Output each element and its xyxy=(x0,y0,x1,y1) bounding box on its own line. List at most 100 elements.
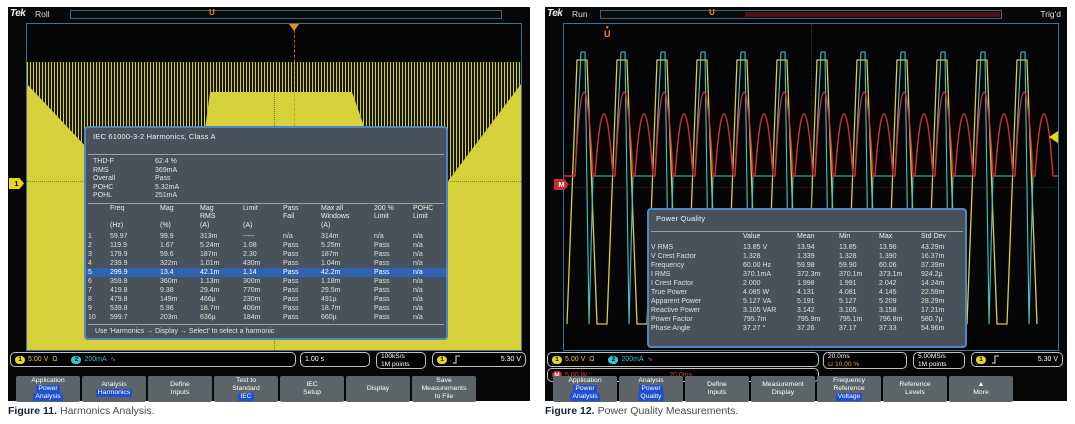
softkey-label: Levels xyxy=(905,389,925,396)
ch1-impedance: Ω xyxy=(589,356,595,363)
table-row: Frequency 60.00 Hz 59.98 59.90 60.06 37.39m xyxy=(651,262,945,270)
table-header-row: Value Mean Min Max Std Dev xyxy=(649,232,965,243)
softkey-button[interactable]: IEC Setup xyxy=(280,376,344,402)
graticule: IEC 61000-3-2 Harmonics, Class A THD-F 62… xyxy=(26,23,522,351)
softkey-label: Power xyxy=(639,385,663,393)
record-length: 1M points xyxy=(381,360,410,368)
softkey-label: Analysis xyxy=(101,381,127,388)
figure-caption: Figure 11. Harmonics Analysis. xyxy=(8,405,155,417)
softkey-label: Reference xyxy=(833,385,865,392)
horizontal-scale-box: 1.00 s xyxy=(300,352,370,367)
softkey-label: Reference xyxy=(899,381,931,388)
softkey-button[interactable]: Save Measurements to File xyxy=(412,376,476,402)
table-row[interactable]: 4 239.9 322m 1.01m 430m Pass 1.04m Pass n/a xyxy=(86,259,446,268)
table-row: V Crest Factor 1.328 1.339 1.328 1.390 16.37m xyxy=(651,253,945,261)
dialog-title: IEC 61000-3-2 Harmonics, Class A xyxy=(93,132,216,141)
softkey-label: Application xyxy=(31,377,65,384)
softkey-label: Setup xyxy=(303,389,321,396)
softkey-menu: Application Power Analysis Analysis Harmonic… xyxy=(16,376,530,402)
sample-rate-box: 100kS/s 1M points xyxy=(376,352,426,369)
trigger-level-arrow-icon[interactable] xyxy=(1043,131,1058,143)
channel-readout-box: 1 5.00 V Ω 2 200mA ∿ xyxy=(10,352,296,367)
softkey-button[interactable]: Frequency Reference Voltage xyxy=(817,376,881,402)
acquisition-bar: U xyxy=(600,9,1002,19)
trigger-u-icon: U xyxy=(604,29,611,39)
table-row[interactable]: 10 599.7 203m 636µ 184m Pass 660µ Pass n/a xyxy=(86,313,446,322)
summary-row: Overall Pass xyxy=(93,175,171,183)
scope-header: Tek Run Trig'd U xyxy=(545,7,1067,22)
softkey-button[interactable]: Define Inputs xyxy=(148,376,212,402)
table-row[interactable]: 1 59.97 99.9 313m ----- n/a 314m n/a n/a xyxy=(86,232,446,241)
trigger-source-badge-icon: 1 xyxy=(437,355,447,364)
softkey-button[interactable]: Analysis Harmonics xyxy=(82,376,146,402)
softkey-label: IEC xyxy=(238,393,254,401)
summary-row: POHL 251mA xyxy=(93,192,178,200)
column-header: Pass Fail xyxy=(283,204,299,221)
sample-rate: 5.00MS/s xyxy=(918,353,946,360)
horizontal-scale: 20.0ms xyxy=(828,353,850,360)
ch1-ground-marker[interactable]: 1 xyxy=(9,178,24,189)
sample-rate-box: 5.00MS/s 1M points xyxy=(913,352,965,369)
softkey-button[interactable]: Measurement Display xyxy=(751,376,815,402)
ch1-scale: 5.00 V xyxy=(565,356,586,363)
trigger-readout-box: 1 5.30 V xyxy=(432,352,526,367)
column-header: Max all Windows (A) xyxy=(321,204,350,229)
table-row[interactable]: 5 299.9 13.4 42.1m 1.14 Pass 42.2m Pass n/a xyxy=(86,268,446,278)
ch1-impedance: Ω xyxy=(52,356,58,363)
trigger-position-marker-icon: ▼ U xyxy=(604,26,611,39)
softkey-button[interactable]: Define Inputs xyxy=(685,376,749,402)
softkey-button[interactable]: Application Power Analysis xyxy=(553,376,617,402)
acquisition-window-segment xyxy=(745,12,1000,17)
scope-header: Tek Roll U xyxy=(8,7,530,22)
summary-row: RMS 369mA xyxy=(93,166,178,174)
column-header: Mag (%) xyxy=(160,204,174,229)
trigger-position-line xyxy=(294,30,295,126)
softkey-label: Test to xyxy=(235,377,257,384)
power-quality-table: Value Mean Min Max Std Dev V RMS 13.85 V 13.94 1… xyxy=(649,232,965,333)
bandwidth-icon: ∿ xyxy=(647,357,653,363)
softkey-label: Power xyxy=(36,385,60,393)
softkey-button[interactable]: Display xyxy=(346,376,410,402)
table-row[interactable]: 7 419.8 9.38 29.4m 770m Pass 29.5m Pass n/a xyxy=(86,286,446,295)
column-header: Value xyxy=(743,233,761,240)
ch1-badge-icon: 1 xyxy=(552,355,562,364)
table-row[interactable]: 8 479.8 149m 466µ 230m Pass 491µ Pass n/a xyxy=(86,295,446,304)
scope-power-quality-panel: Tek Run Trig'd U ▼ U Power Quality Value M… xyxy=(545,7,1067,402)
acquisition-mode-label: Run xyxy=(572,9,588,19)
caption-number: Figure 12. xyxy=(545,405,595,417)
acquisition-bar: U xyxy=(70,9,502,19)
table-row[interactable]: 2 119.9 1.67 5.24m 1.08 Pass 5.25m Pass n/a xyxy=(86,241,446,250)
softkey-label: Inputs xyxy=(707,389,727,396)
trigger-slope-icon xyxy=(453,355,460,364)
record-length: 1M points xyxy=(918,360,947,368)
softkey-button[interactable]: Application Power Analysis xyxy=(16,376,80,402)
softkey-button[interactable]: ▲ More xyxy=(949,376,1013,402)
softkey-label: Display xyxy=(771,389,795,396)
table-row[interactable]: 6 359.8 360m 1.13m 300m Pass 1.18m Pass n/a xyxy=(86,277,446,286)
softkey-label: Analysis xyxy=(638,377,664,384)
ch1-scale: 5.00 V xyxy=(28,356,49,363)
table-row[interactable]: 3 179.9 59.6 187m 2.30 Pass 187m Pass n/a xyxy=(86,250,446,259)
softkey-button[interactable]: Test to Standard IEC xyxy=(214,376,278,402)
softkey-label: Define xyxy=(707,381,727,388)
softkey-label: Measurement xyxy=(762,381,804,388)
softkey-label: ▲ xyxy=(977,381,985,388)
ch1-badge-icon: 1 xyxy=(15,355,25,364)
table-row: Power Factor 795.7m 795.9m 795.1m 796.8m 580.… xyxy=(651,316,943,324)
softkey-button[interactable]: Reference Levels xyxy=(883,376,947,402)
trigger-level: 5.30 V xyxy=(500,356,521,363)
softkey-button[interactable]: Analysis Power Quality xyxy=(619,376,683,402)
caption-text: Harmonics Analysis. xyxy=(60,405,155,417)
table-header-row: Freq (Hz) Mag (%) Mag RMS (A) Limit (A) Pass… xyxy=(86,204,446,232)
ch2-badge-icon: 2 xyxy=(71,355,82,364)
column-header: Mag RMS (A) xyxy=(200,204,216,229)
tek-logo: Tek xyxy=(10,8,26,19)
softkey-label: Save xyxy=(436,377,452,384)
table-row[interactable]: 9 539.8 5.96 18.7m 400m Pass 18.7m Pass n/a xyxy=(86,304,446,313)
table-row: Apparent Power 5.127 VA 5.191 5.127 5.209 28.… xyxy=(651,298,945,306)
column-header: POHC Limit xyxy=(413,204,434,221)
dialog-title: Power Quality xyxy=(656,214,706,223)
tek-logo: Tek xyxy=(547,8,563,19)
softkey-label: IEC xyxy=(306,381,318,388)
table-row: I RMS 370.1mA 372.3m 370.1m 373.1m 924.2µ xyxy=(651,271,943,279)
